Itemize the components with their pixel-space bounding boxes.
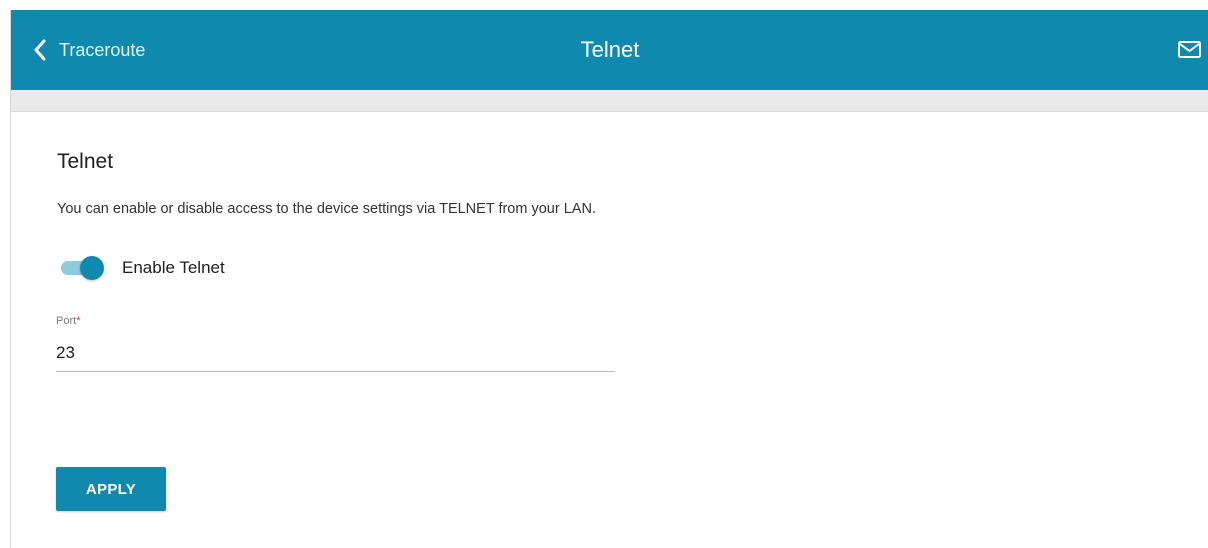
port-field: Port* bbox=[56, 315, 615, 373]
header-divider bbox=[11, 90, 1208, 112]
section-title: Telnet bbox=[57, 150, 114, 173]
main-content: Telnet You can enable or disable access … bbox=[11, 112, 1208, 548]
port-label-text: Port bbox=[56, 315, 77, 327]
header-bar: Traceroute Telnet bbox=[11, 10, 1208, 90]
required-mark: * bbox=[76, 315, 81, 327]
enable-telnet-label: Enable Telnet bbox=[122, 258, 225, 277]
port-input[interactable] bbox=[56, 340, 615, 372]
back-label: Traceroute bbox=[59, 39, 146, 60]
back-button[interactable]: Traceroute bbox=[33, 10, 145, 90]
enable-telnet-row[interactable]: Enable Telnet bbox=[57, 255, 225, 281]
notifications-button[interactable] bbox=[1177, 38, 1203, 62]
port-label: Port* bbox=[56, 315, 615, 327]
chevron-left-icon bbox=[33, 39, 47, 61]
screen: Traceroute Telnet Telnet You can enable … bbox=[0, 0, 1208, 548]
page-title: Telnet bbox=[580, 37, 640, 62]
page: Traceroute Telnet Telnet You can enable … bbox=[10, 10, 1208, 548]
toggle-knob bbox=[80, 256, 104, 280]
section-description: You can enable or disable access to the … bbox=[57, 201, 596, 217]
apply-button[interactable]: APPLY bbox=[56, 467, 166, 511]
envelope-icon bbox=[1177, 41, 1203, 66]
enable-telnet-toggle[interactable] bbox=[57, 255, 105, 281]
